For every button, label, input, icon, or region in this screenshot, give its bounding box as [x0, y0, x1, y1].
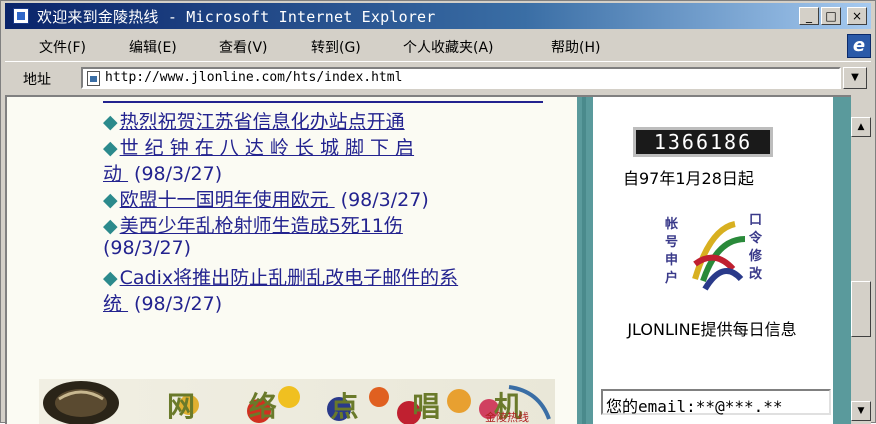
news-item: (98/3/27)	[103, 237, 191, 259]
email-input[interactable]: 您的email:**@***.**	[601, 389, 831, 417]
news-pane: ◆ 热烈祝贺江苏省信息化办站点开通 ◆ 世 纪 钟 在 八 达 岭 长 城 脚 下 …	[7, 97, 577, 424]
logo-char: 帐	[665, 217, 679, 232]
news-date: (98/3/27)	[340, 189, 429, 211]
minimize-button[interactable]: _	[799, 7, 819, 25]
maximize-button[interactable]: □	[821, 7, 841, 25]
logo-char: 修	[749, 249, 763, 264]
logo-char: 号	[665, 235, 679, 250]
address-input[interactable]: http://www.jlonline.com/hts/index.html	[81, 67, 841, 89]
news-item[interactable]: ◆ 世 纪 钟 在 八 达 岭 长 城 脚 下 启	[103, 133, 414, 160]
account-logo[interactable]: 帐 号 申 户 口 令 修 改	[665, 209, 765, 299]
counter-since-text: 自97年1月28日起	[623, 169, 754, 188]
email-input-value[interactable]: 您的email:**@***.**	[606, 393, 783, 417]
news-date: (98/3/27)	[134, 293, 223, 315]
logo-char: 改	[749, 267, 763, 282]
menu-help[interactable]: 帮助(H)	[551, 37, 600, 57]
window-title: 欢迎来到金陵热线 - Microsoft Internet Explorer	[37, 8, 436, 26]
menu-edit[interactable]: 编辑(E)	[129, 37, 177, 57]
banner-tag: 金陵热线	[485, 411, 529, 424]
news-item[interactable]: ◆ Cadix将推出防止乱删乱改电子邮件的系	[103, 263, 458, 290]
menu-bar: 文件(F) 编辑(E) 查看(V) 转到(G) 个人收藏夹(A) 帮助(H)	[5, 31, 871, 62]
news-item[interactable]: ◆ 美西少年乱枪射师生造成5死11伤	[103, 211, 403, 238]
diamond-bullet-icon: ◆	[103, 137, 118, 159]
daily-info-text: JLONLINE提供每日信息	[627, 320, 797, 339]
news-item[interactable]: ◆ 热烈祝贺江苏省信息化办站点开通	[103, 107, 405, 134]
logo-char: 申	[665, 253, 679, 268]
vertical-scrollbar[interactable]: ▲ ▼	[851, 95, 871, 424]
news-item[interactable]: 统 (98/3/27)	[103, 289, 222, 316]
news-date: (98/3/27)	[134, 163, 223, 185]
scroll-down-button[interactable]: ▼	[851, 401, 871, 421]
page-icon	[87, 71, 100, 86]
news-item[interactable]: ◆ 欧盟十一国明年使用欧元 (98/3/27)	[103, 185, 429, 212]
menu-go[interactable]: 转到(G)	[311, 37, 361, 57]
scroll-up-button[interactable]: ▲	[851, 117, 871, 137]
news-item-partial	[103, 97, 543, 103]
news-date: (98/3/27)	[103, 237, 192, 259]
browser-window: 欢迎来到金陵热线 - Microsoft Internet Explorer _…	[0, 0, 876, 424]
logo-char: 口	[749, 213, 763, 228]
page-content: ◆ 热烈祝贺江苏省信息化办站点开通 ◆ 世 纪 钟 在 八 达 岭 长 城 脚 下 …	[5, 95, 851, 424]
menu-favorites[interactable]: 个人收藏夹(A)	[403, 37, 494, 57]
news-link[interactable]: Cadix将推出防止乱删乱改电子邮件的系	[120, 267, 459, 289]
menu-view[interactable]: 查看(V)	[219, 37, 268, 57]
scroll-thumb[interactable]	[851, 281, 871, 337]
diamond-bullet-icon: ◆	[103, 215, 118, 237]
diamond-bullet-icon: ◆	[103, 189, 118, 211]
menu-file[interactable]: 文件(F)	[39, 37, 86, 57]
jukebox-banner[interactable]: 网 络 点 唱 机 金陵热线	[39, 379, 555, 424]
ie-page-icon	[13, 8, 29, 24]
news-link[interactable]: 统	[103, 293, 128, 315]
sidebar-pane: 1366186 自97年1月28日起 帐 号 申 户 口 令 修 改 JLONL…	[593, 97, 833, 424]
visitor-counter: 1366186	[633, 127, 773, 157]
ie-logo-icon: e	[847, 34, 871, 58]
news-link[interactable]: 美西少年乱枪射师生造成5死11伤	[120, 215, 403, 237]
news-link[interactable]: 热烈祝贺江苏省信息化办站点开通	[120, 111, 405, 133]
news-link[interactable]: 动	[103, 163, 128, 185]
frame-divider	[577, 97, 593, 424]
news-item[interactable]: 动 (98/3/27)	[103, 159, 222, 186]
address-label: 地址	[23, 72, 51, 88]
logo-char: 令	[749, 231, 763, 246]
address-dropdown-button[interactable]: ▼	[843, 67, 867, 89]
diamond-bullet-icon: ◆	[103, 267, 118, 289]
right-frame-border	[833, 97, 851, 424]
close-button[interactable]: ×	[847, 7, 867, 25]
title-bar: 欢迎来到金陵热线 - Microsoft Internet Explorer _…	[5, 3, 871, 29]
address-url[interactable]: http://www.jlonline.com/hts/index.html	[105, 70, 402, 85]
news-link[interactable]: 欧盟十一国明年使用欧元	[120, 189, 335, 211]
logo-char: 户	[665, 271, 679, 286]
news-link[interactable]: 世 纪 钟 在 八 达 岭 长 城 脚 下 启	[120, 137, 414, 159]
address-bar: 地址 http://www.jlonline.com/hts/index.htm…	[5, 61, 871, 94]
diamond-bullet-icon: ◆	[103, 111, 118, 133]
